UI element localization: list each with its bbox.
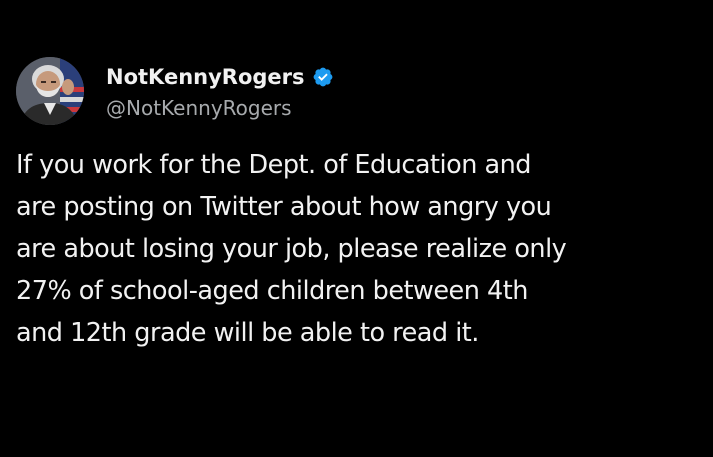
tweet-text-line: and 12th grade will be able to read it. bbox=[16, 318, 479, 348]
author-handle[interactable]: @NotKennyRogers bbox=[106, 96, 334, 120]
display-name[interactable]: NotKennyRogers bbox=[106, 65, 305, 89]
tweet-text-line: If you work for the Dept. of Education a… bbox=[16, 150, 531, 180]
verified-badge-icon bbox=[312, 66, 334, 88]
tweet-card: NotKennyRogers @NotKennyRogers If you wo… bbox=[0, 0, 713, 457]
display-name-row: NotKennyRogers bbox=[106, 62, 334, 92]
avatar-image bbox=[16, 57, 84, 125]
tweet-text: If you work for the Dept. of Education a… bbox=[16, 144, 706, 354]
tweet-header: NotKennyRogers @NotKennyRogers bbox=[16, 56, 334, 126]
tweet-text-line: are about losing your job, please realiz… bbox=[16, 234, 567, 264]
tweet-text-line: are posting on Twitter about how angry y… bbox=[16, 192, 552, 222]
tweet-text-line: 27% of school-aged children between 4th bbox=[16, 276, 528, 306]
author-names: NotKennyRogers @NotKennyRogers bbox=[106, 62, 334, 120]
avatar[interactable] bbox=[16, 57, 84, 125]
